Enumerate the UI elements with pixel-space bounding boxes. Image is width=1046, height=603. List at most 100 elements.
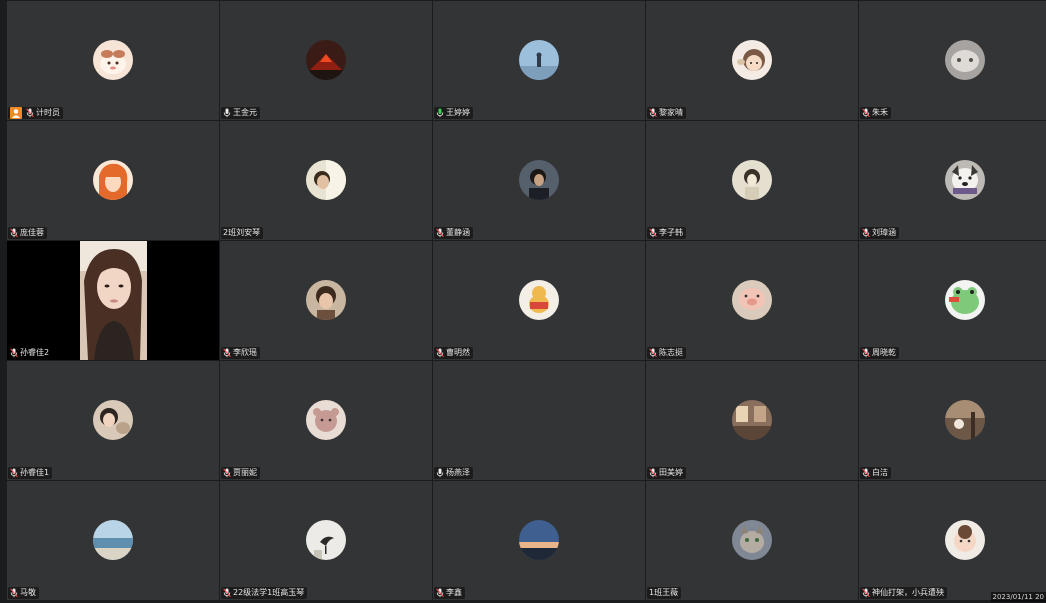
- avatar: [93, 400, 133, 440]
- participant-tile[interactable]: 2班刘安琴: [220, 121, 432, 240]
- name-tag: 杨燕泽: [434, 467, 473, 479]
- mic-muted-icon: [862, 228, 870, 238]
- mic-muted-icon: [649, 108, 657, 118]
- participant-tile[interactable]: 王婷婷: [433, 1, 645, 120]
- mic-icon: [436, 468, 444, 478]
- participant-tile[interactable]: 董静涵: [433, 121, 645, 240]
- name-tag: 黎家晴: [647, 107, 686, 119]
- participant-tile[interactable]: 1班王薇: [646, 481, 858, 600]
- participant-name: 1班王薇: [649, 588, 679, 597]
- mic-muted-icon: [436, 348, 444, 358]
- avatar: [519, 40, 559, 80]
- mic-muted-icon: [10, 468, 18, 478]
- avatar: [944, 400, 985, 440]
- participant-tile[interactable]: 黎家晴: [646, 1, 858, 120]
- participant-name: 贾丽妮: [233, 468, 257, 477]
- name-tag: 1班王薇: [647, 587, 682, 599]
- mic-icon: [436, 108, 444, 118]
- participant-tile[interactable]: 周晓乾: [859, 241, 1046, 360]
- host-icon: [10, 107, 22, 119]
- participant-tile[interactable]: 王金元: [220, 1, 432, 120]
- participant-name: 田美婷: [659, 468, 683, 477]
- participant-name: 刘璋涵: [872, 228, 896, 237]
- mic-icon: [223, 108, 231, 118]
- avatar: [944, 160, 985, 200]
- participant-tile[interactable]: 白洁: [859, 361, 1046, 480]
- mic-muted-icon: [26, 108, 34, 118]
- mic-muted-icon: [649, 348, 657, 358]
- timestamp: 2023/01/11 20: [990, 592, 1046, 602]
- name-tag: 董静涵: [434, 227, 473, 239]
- avatar: [944, 520, 985, 560]
- avatar: [306, 280, 346, 320]
- participant-tile[interactable]: 陈志挺: [646, 241, 858, 360]
- participant-tile[interactable]: 朱禾: [859, 1, 1046, 120]
- participant-tile[interactable]: 计时员: [7, 1, 219, 120]
- avatar: [306, 400, 346, 440]
- participant-name: 22级法学1班高玉琴: [233, 588, 305, 597]
- participant-name: 黎家晴: [659, 108, 683, 117]
- mic-muted-icon: [436, 588, 444, 598]
- name-tag: 田美婷: [647, 467, 686, 479]
- mic-muted-icon: [223, 468, 231, 478]
- mic-muted-icon: [649, 468, 657, 478]
- name-tag: 朱禾: [860, 107, 891, 119]
- mic-muted-icon: [223, 588, 231, 598]
- mic-muted-icon: [862, 108, 870, 118]
- name-tag: 周晓乾: [860, 347, 899, 359]
- participant-tile[interactable]: 刘璋涵: [859, 121, 1046, 240]
- avatar: [944, 40, 985, 80]
- participant-tile[interactable]: 庞佳蓉: [7, 121, 219, 240]
- avatar: [306, 520, 346, 560]
- participant-name: 董静涵: [446, 228, 470, 237]
- name-tag: 刘璋涵: [860, 227, 899, 239]
- avatar: [519, 520, 559, 560]
- participant-name: 朱禾: [872, 108, 888, 117]
- participant-tile[interactable]: 李鑫: [433, 481, 645, 600]
- participant-tile[interactable]: 马敬: [7, 481, 219, 600]
- participant-tile[interactable]: 神仙打架，小兵遭殃: [859, 481, 1046, 600]
- participant-name: 曹明然: [446, 348, 470, 357]
- participant-tile[interactable]: 曹明然: [433, 241, 645, 360]
- participant-tile[interactable]: 田美婷: [646, 361, 858, 480]
- mic-muted-icon: [223, 348, 231, 358]
- participant-tile[interactable]: 李欣瑶: [220, 241, 432, 360]
- mic-muted-icon: [649, 228, 657, 238]
- avatar: [732, 160, 772, 200]
- participant-name: 杨燕泽: [446, 468, 470, 477]
- participant-name: 陈志挺: [659, 348, 683, 357]
- participant-name: 李欣瑶: [233, 348, 257, 357]
- participant-name: 王婷婷: [446, 108, 470, 117]
- avatar: [519, 160, 559, 200]
- participant-tile[interactable]: 孙睿佳1: [7, 361, 219, 480]
- mic-muted-icon: [10, 588, 18, 598]
- participant-name: 庞佳蓉: [20, 228, 44, 237]
- name-tag: 孙睿佳1: [8, 467, 53, 479]
- participant-name: 孙睿佳1: [20, 468, 50, 477]
- name-tag: 王金元: [221, 107, 260, 119]
- avatar: [93, 520, 133, 560]
- name-tag: 李子韩: [647, 227, 686, 239]
- avatar: [93, 160, 133, 200]
- mic-muted-icon: [10, 228, 18, 238]
- name-tag: 李鑫: [434, 587, 465, 599]
- name-tag: 孙睿佳2: [8, 347, 53, 359]
- participant-tile[interactable]: 杨燕泽: [433, 361, 645, 480]
- participant-tile[interactable]: 李子韩: [646, 121, 858, 240]
- avatar: [732, 400, 772, 440]
- avatar: [519, 280, 559, 320]
- participant-tile[interactable]: 贾丽妮: [220, 361, 432, 480]
- name-tag: 王婷婷: [434, 107, 473, 119]
- participant-tile[interactable]: 孙睿佳2: [7, 241, 219, 360]
- participant-name: 计时员: [36, 108, 60, 117]
- mic-muted-icon: [862, 588, 870, 598]
- mic-muted-icon: [10, 348, 18, 358]
- participant-grid: 计时员 王金元 王婷婷 黎家晴 朱禾庞佳蓉 2班刘安琴 董静涵 李子韩 刘璋涵孙睿佳2 李欣瑶 曹明…: [7, 1, 1046, 600]
- name-tag: 神仙打架，小兵遭殃: [860, 587, 947, 599]
- name-tag: 贾丽妮: [221, 467, 260, 479]
- mic-muted-icon: [436, 228, 444, 238]
- participant-tile[interactable]: 22级法学1班高玉琴: [220, 481, 432, 600]
- name-tag: 曹明然: [434, 347, 473, 359]
- name-tag: 庞佳蓉: [8, 227, 47, 239]
- name-tag: 白洁: [860, 467, 891, 479]
